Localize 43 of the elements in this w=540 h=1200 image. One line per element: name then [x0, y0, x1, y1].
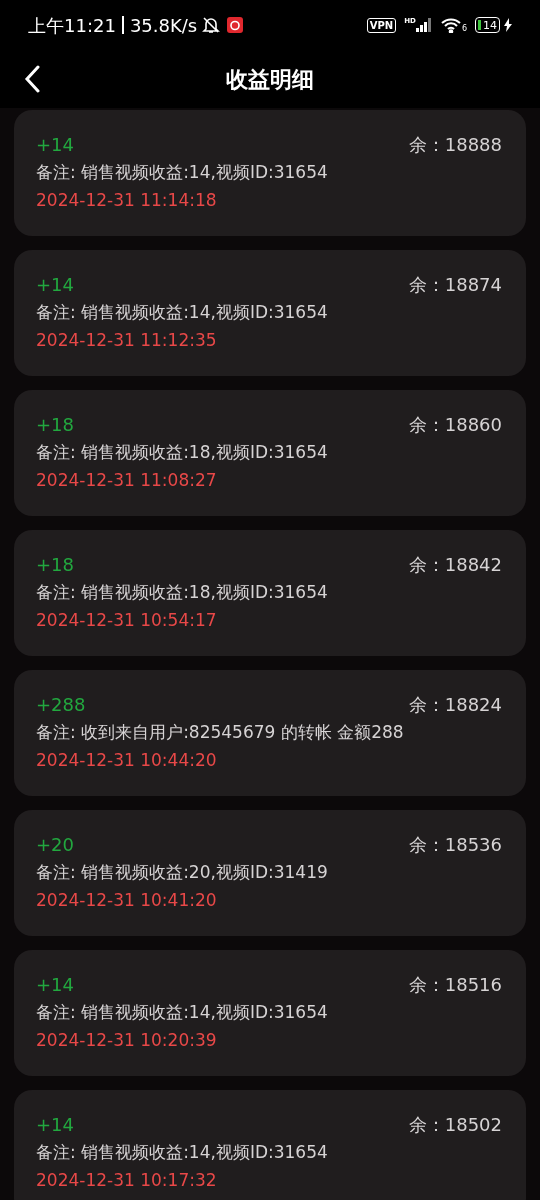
- note-text: 备注: 收到来自用户:82545679 的转帐 金额288: [36, 721, 405, 744]
- charging-icon: [504, 18, 512, 32]
- amount-text: +14: [36, 1112, 74, 1137]
- note-text: 备注: 销售视频收益:14,视频ID:31654: [36, 1141, 329, 1164]
- amount-text: +20: [36, 832, 74, 857]
- note-text: 备注: 销售视频收益:14,视频ID:31654: [36, 301, 329, 324]
- timestamp-text: 2024-12-31 10:44:20: [36, 749, 218, 772]
- status-time: 上午11:21: [28, 13, 116, 38]
- amount-text: +14: [36, 272, 74, 297]
- amount-text: +14: [36, 972, 74, 997]
- balance-text: 余：18860: [408, 412, 502, 437]
- amount-text: +14: [36, 132, 74, 157]
- amount-text: +18: [36, 412, 74, 437]
- battery-indicator: 14: [475, 17, 500, 33]
- balance-text: 余：18824: [408, 692, 502, 717]
- balance-text: 余：18874: [408, 272, 502, 297]
- balance-text: 余：18888: [408, 132, 502, 157]
- note-text: 备注: 销售视频收益:18,视频ID:31654: [36, 581, 329, 604]
- amount-text: +18: [36, 552, 74, 577]
- note-text: 备注: 销售视频收益:20,视频ID:31419: [36, 861, 329, 884]
- app-notification-icon: [227, 17, 244, 33]
- amount-text: +288: [36, 692, 86, 717]
- timestamp-text: 2024-12-31 10:41:20: [36, 889, 218, 912]
- signal-icon: [415, 18, 432, 32]
- balance-text: 余：18536: [408, 832, 502, 857]
- network-speed: 35.8K/s: [129, 13, 198, 38]
- timestamp-text: 2024-12-31 11:14:18: [36, 189, 218, 212]
- wifi-standard: 6: [461, 25, 467, 33]
- note-text: 备注: 销售视频收益:14,视频ID:31654: [36, 1001, 329, 1024]
- wifi-icon: [439, 17, 462, 33]
- note-text: 备注: 销售视频收益:18,视频ID:31654: [36, 441, 329, 464]
- balance-text: 余：18502: [408, 1112, 502, 1137]
- balance-text: 余：18842: [408, 552, 502, 577]
- timestamp-text: 2024-12-31 11:08:27: [36, 469, 218, 492]
- timestamp-text: 2024-12-31 10:20:39: [36, 1029, 218, 1052]
- vpn-badge: VPN: [366, 17, 397, 33]
- note-text: 备注: 销售视频收益:14,视频ID:31654: [36, 161, 329, 184]
- page-title: 收益明细: [226, 65, 314, 94]
- timestamp-text: 2024-12-31 10:17:32: [36, 1169, 218, 1192]
- muted-bell-icon: [201, 15, 222, 35]
- timestamp-text: 2024-12-31 10:54:17: [36, 609, 218, 632]
- timestamp-text: 2024-12-31 11:12:35: [36, 329, 218, 352]
- balance-text: 余：18516: [408, 972, 502, 997]
